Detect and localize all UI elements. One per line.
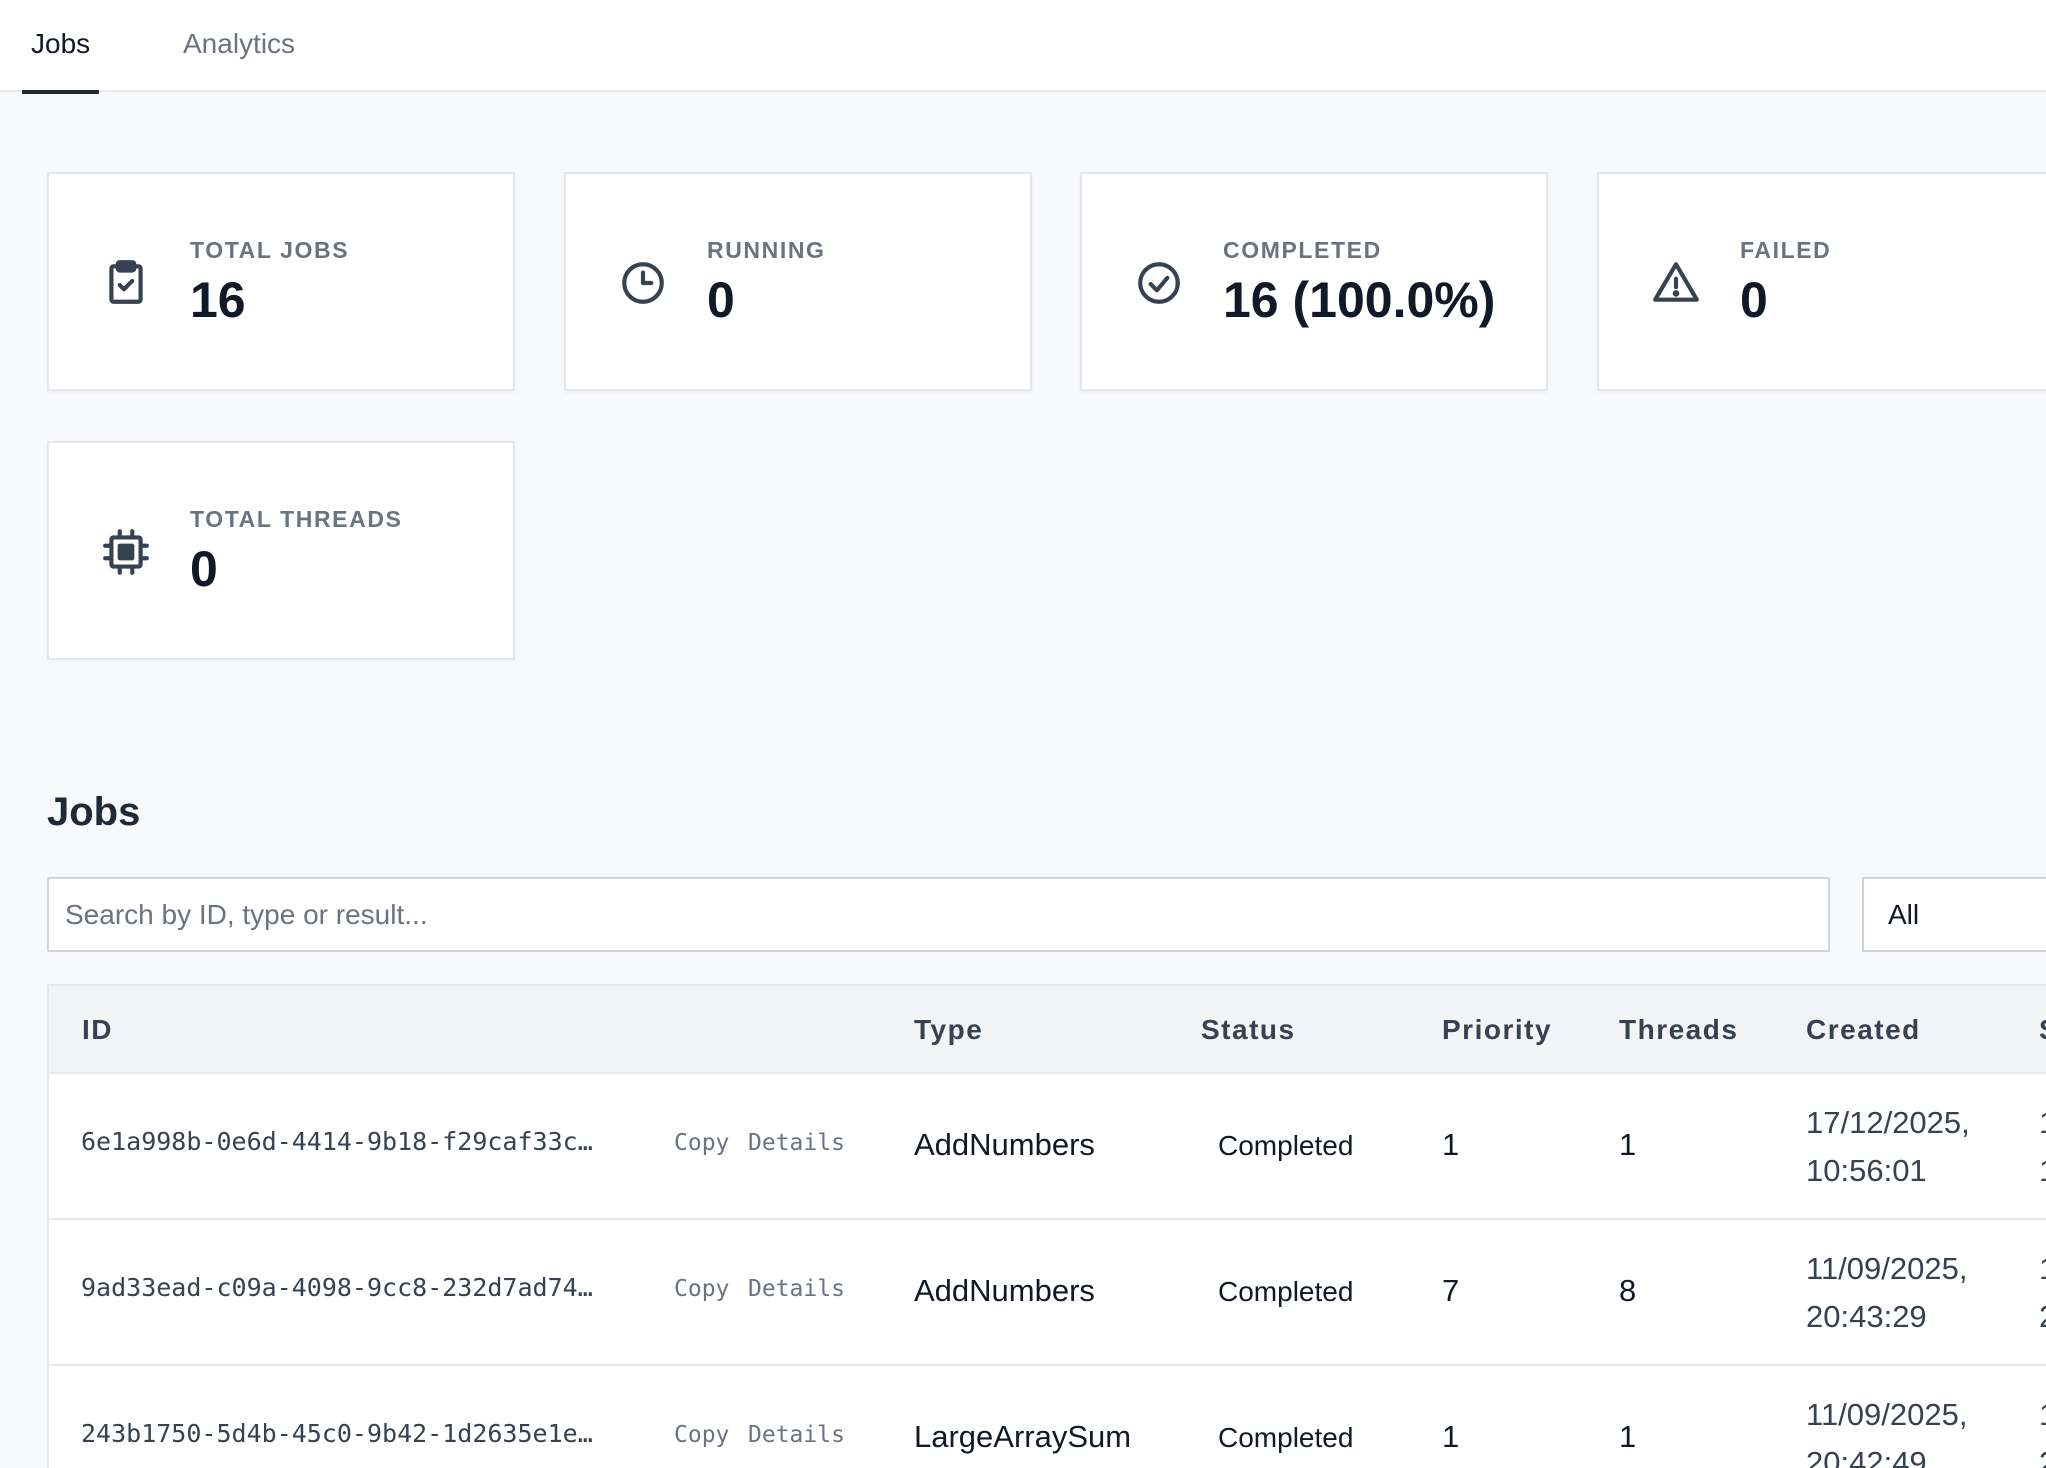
job-created-date: 11/09/2025, — [1806, 1397, 1968, 1432]
stat-card-total-jobs: TOTAL JOBS 16 — [47, 172, 515, 391]
job-id: 243b1750-5d4b-45c0-9b42-1d2635e1e… — [81, 1419, 593, 1448]
column-header-id[interactable]: ID — [82, 1014, 113, 1046]
stat-card-completed: COMPLETED 16 (100.0%) — [1080, 172, 1548, 391]
stat-card-running: RUNNING 0 — [564, 172, 1032, 391]
next-column-value: 1 — [2039, 1147, 2046, 1195]
copy-id-button[interactable]: Copy — [674, 1276, 729, 1302]
job-created-time: 10:56:01 — [1806, 1153, 1927, 1188]
job-id: 9ad33ead-c09a-4098-9cc8-232d7ad74… — [81, 1273, 593, 1302]
job-threads: 1 — [1619, 1127, 1637, 1162]
job-priority: 1 — [1442, 1127, 1460, 1162]
job-created-time: 20:42:49 — [1806, 1445, 1927, 1468]
tab-bar: Jobs Analytics — [0, 0, 2046, 94]
next-column-value: 2 — [2039, 1293, 2046, 1341]
job-type: LargeArraySum — [914, 1419, 1132, 1454]
stat-label: TOTAL JOBS — [190, 237, 350, 263]
status-badge: Completed — [1218, 1276, 1354, 1307]
details-link[interactable]: Details — [748, 1422, 845, 1448]
stat-value: 16 (100.0%) — [1223, 272, 1496, 328]
stat-value: 0 — [190, 541, 218, 597]
job-type: AddNumbers — [914, 1127, 1095, 1162]
job-priority: 7 — [1442, 1273, 1460, 1308]
clipboard-check-icon — [109, 260, 143, 304]
next-column-value: 1 — [2039, 1391, 2046, 1439]
column-header-threads[interactable]: Threads — [1619, 1014, 1738, 1046]
warning-triangle-icon — [1653, 262, 1699, 302]
tab-jobs[interactable]: Jobs — [22, 0, 100, 94]
table-header: ID Type Status Priority Threads Created … — [49, 986, 2046, 1074]
check-circle-icon — [1138, 262, 1180, 304]
copy-id-button[interactable]: Copy — [674, 1422, 729, 1448]
stat-label: TOTAL THREADS — [190, 506, 403, 532]
table-row: 6e1a998b-0e6d-4414-9b18-f29caf33c… Copy … — [49, 1074, 2046, 1220]
stat-value: 16 — [190, 272, 246, 328]
stat-label: COMPLETED — [1223, 237, 1382, 263]
column-header-created[interactable]: Created — [1806, 1014, 1921, 1046]
table-row: 9ad33ead-c09a-4098-9cc8-232d7ad74… Copy … — [49, 1220, 2046, 1366]
column-header-priority[interactable]: Priority — [1442, 1014, 1552, 1046]
details-link[interactable]: Details — [748, 1276, 845, 1302]
status-badge: Completed — [1218, 1130, 1354, 1161]
copy-id-button[interactable]: Copy — [674, 1130, 729, 1156]
job-created-date: 17/12/2025, — [1806, 1105, 1970, 1140]
next-column-value: 2 — [2039, 1439, 2046, 1468]
cpu-chip-icon — [103, 529, 149, 575]
clock-icon — [622, 262, 664, 304]
column-header-status[interactable]: Status — [1201, 1014, 1296, 1046]
job-created-date: 11/09/2025, — [1806, 1251, 1968, 1286]
job-type: AddNumbers — [914, 1273, 1095, 1308]
column-header-next[interactable]: S — [2039, 1014, 2046, 1046]
stat-label: RUNNING — [707, 237, 826, 263]
status-filter-select[interactable]: All — [1862, 877, 2046, 952]
search-input[interactable] — [47, 877, 1830, 952]
job-created-time: 20:43:29 — [1806, 1299, 1927, 1334]
job-priority: 1 — [1442, 1419, 1460, 1454]
next-column-value: 1 — [2039, 1099, 2046, 1147]
next-column-value: 1 — [2039, 1245, 2046, 1293]
tab-analytics[interactable]: Analytics — [183, 0, 295, 92]
job-threads: 8 — [1619, 1273, 1637, 1308]
section-title: Jobs — [47, 790, 141, 834]
stat-value: 0 — [707, 272, 735, 328]
details-link[interactable]: Details — [748, 1130, 845, 1156]
jobs-table: ID Type Status Priority Threads Created … — [47, 984, 2046, 1468]
job-threads: 1 — [1619, 1419, 1637, 1454]
stat-card-failed: FAILED 0 — [1597, 172, 2046, 391]
stat-card-total-threads: TOTAL THREADS 0 — [47, 441, 515, 660]
status-badge: Completed — [1218, 1422, 1354, 1453]
table-row: 243b1750-5d4b-45c0-9b42-1d2635e1e… Copy … — [49, 1366, 2046, 1468]
stat-value: 0 — [1740, 272, 1768, 328]
stat-label: FAILED — [1740, 237, 1832, 263]
job-id: 6e1a998b-0e6d-4414-9b18-f29caf33c… — [81, 1127, 593, 1156]
column-header-type[interactable]: Type — [914, 1014, 983, 1046]
